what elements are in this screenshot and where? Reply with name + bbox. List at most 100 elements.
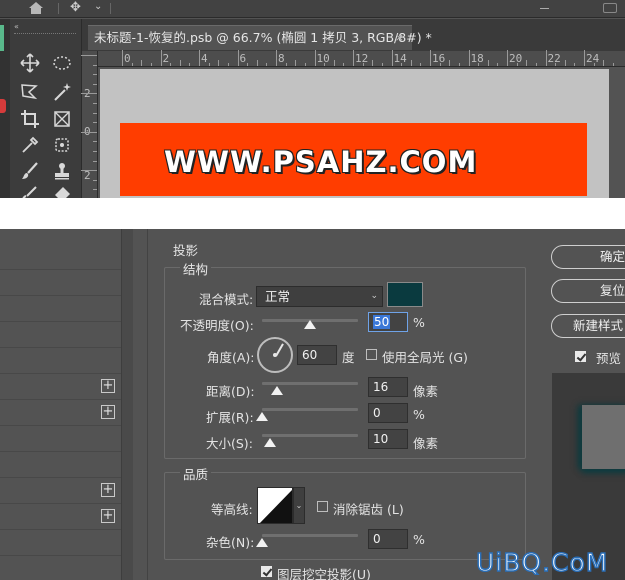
distance-slider-thumb[interactable] [271,386,283,395]
spread-slider-track[interactable] [262,408,358,411]
ruler-tick [333,60,335,66]
panel-grip[interactable] [14,33,76,36]
move-tool-option-icon[interactable]: ✥ [70,0,81,15]
style-list: + + + + [0,229,121,580]
distance-slider-track[interactable] [262,382,358,385]
add-effect-plus-icon[interactable]: + [101,483,115,497]
stamp-icon[interactable] [50,159,74,183]
ruler-tick [266,63,268,66]
size-slider-track[interactable] [262,434,358,437]
ruler-label: 24 [586,52,600,65]
eyedropper-icon[interactable] [18,133,42,157]
patch-tool-icon[interactable] [50,133,74,157]
ruler-tick [93,103,97,104]
ruler-tick [420,63,422,66]
angle-input[interactable]: 60 [297,345,337,365]
minimize-icon[interactable] [540,8,549,9]
style-list-row[interactable] [0,503,121,504]
spread-input[interactable]: 0 [368,403,408,423]
add-effect-plus-icon[interactable]: + [101,405,115,419]
size-slider-thumb[interactable] [264,438,276,447]
ruler-tick [208,63,210,66]
reset-button[interactable]: 复位 [551,279,625,303]
frame-tool-icon[interactable] [50,107,74,131]
canvas-area[interactable]: WWW.PSAHZ.COM [98,67,625,198]
ruler-tick [93,141,97,143]
new-style-button[interactable]: 新建样式 [551,314,625,338]
size-input[interactable]: 10 [368,429,408,449]
ruler-tick [81,55,97,56]
ruler-tick [324,63,326,66]
magic-wand-icon[interactable] [50,80,74,104]
elliptical-marquee-icon[interactable] [50,51,74,75]
options-separator [58,3,59,14]
ruler-tick [458,63,460,66]
ok-button[interactable]: 确定 [551,245,625,269]
style-list-row[interactable] [0,321,121,322]
style-list-scrollbar[interactable] [121,229,133,580]
ruler-label: 6 [239,52,247,65]
ruler-tick [131,63,133,66]
style-list-row[interactable] [0,425,121,426]
distance-input[interactable]: 16 [368,377,408,397]
knockout-checkbox[interactable] [261,566,272,577]
opacity-unit: % [413,315,425,330]
ruler-tick [468,50,470,66]
ruler-tick [247,63,249,66]
add-effect-plus-icon[interactable]: + [101,379,115,393]
style-list-row[interactable] [0,269,121,270]
noise-input[interactable]: 0 [368,529,408,549]
opacity-input[interactable]: 50 [368,312,408,332]
document-tab[interactable]: 未标题-1-恢复的.psb @ 66.7% (椭圆 1 拷贝 3, RGB/8#… [88,25,432,50]
close-tab-icon[interactable]: × [395,26,404,49]
ruler-tick [256,60,258,66]
add-effect-plus-icon[interactable]: + [101,509,115,523]
ruler-tick [93,74,97,76]
history-brush-icon[interactable] [18,183,42,198]
knockout-label: 图层挖空投影(U) [277,567,371,580]
style-list-row[interactable] [0,295,121,296]
polygonal-lasso-icon[interactable] [18,80,42,104]
style-list-row[interactable] [0,451,121,452]
eraser-icon[interactable] [50,183,74,198]
style-list-row[interactable] [0,347,121,348]
chevron-down-icon[interactable]: ⌄ [94,1,102,12]
ruler-tick [564,60,566,66]
noise-slider-track[interactable] [262,534,358,537]
crop-tool-icon[interactable] [18,107,42,131]
collapse-panel-icon[interactable]: « [14,22,19,31]
style-list-row[interactable] [0,555,121,556]
contour-preview[interactable] [257,487,293,524]
style-list-row[interactable] [0,399,121,400]
ruler-tick [449,60,451,66]
preview-checkbox[interactable] [575,351,586,362]
ruler-label: 16 [432,52,446,65]
contour-dropdown-chevron-icon[interactable]: ⌄ [293,487,305,524]
preview-label: 预览 [596,351,622,366]
style-list-row[interactable] [0,477,121,478]
style-list-row[interactable] [0,529,121,530]
canvas-headline-text[interactable]: WWW.PSAHZ.COM [164,145,477,179]
global-light-checkbox[interactable] [366,349,377,360]
home-icon[interactable] [28,1,44,15]
ruler-tick [584,50,585,66]
noise-slider-thumb[interactable] [256,538,268,547]
ruler-tick [93,64,97,66]
angle-dial[interactable] [257,337,293,373]
vertical-ruler[interactable]: 2 0 2 [81,51,98,198]
horizontal-ruler[interactable]: 0 2 4 6 8 10 12 14 16 18 20 22 24 [98,50,625,67]
ruler-label: 10 [316,52,330,65]
move-tool-icon[interactable] [18,51,42,75]
style-list-row[interactable] [0,373,121,374]
anti-alias-checkbox[interactable] [317,501,328,512]
workspace-icon[interactable] [603,3,617,13]
shadow-color-swatch[interactable] [387,282,423,307]
opacity-slider-thumb[interactable] [304,320,316,329]
anti-alias-label: 消除锯齿 (L) [333,502,404,517]
spread-slider-thumb[interactable] [256,412,268,421]
ruler-tick [343,63,345,66]
contour-label: 等高线: [211,502,253,517]
ruler-tick [516,63,518,66]
brush-icon[interactable] [18,159,42,183]
blend-mode-select[interactable]: 正常 ⌄ [256,286,383,307]
